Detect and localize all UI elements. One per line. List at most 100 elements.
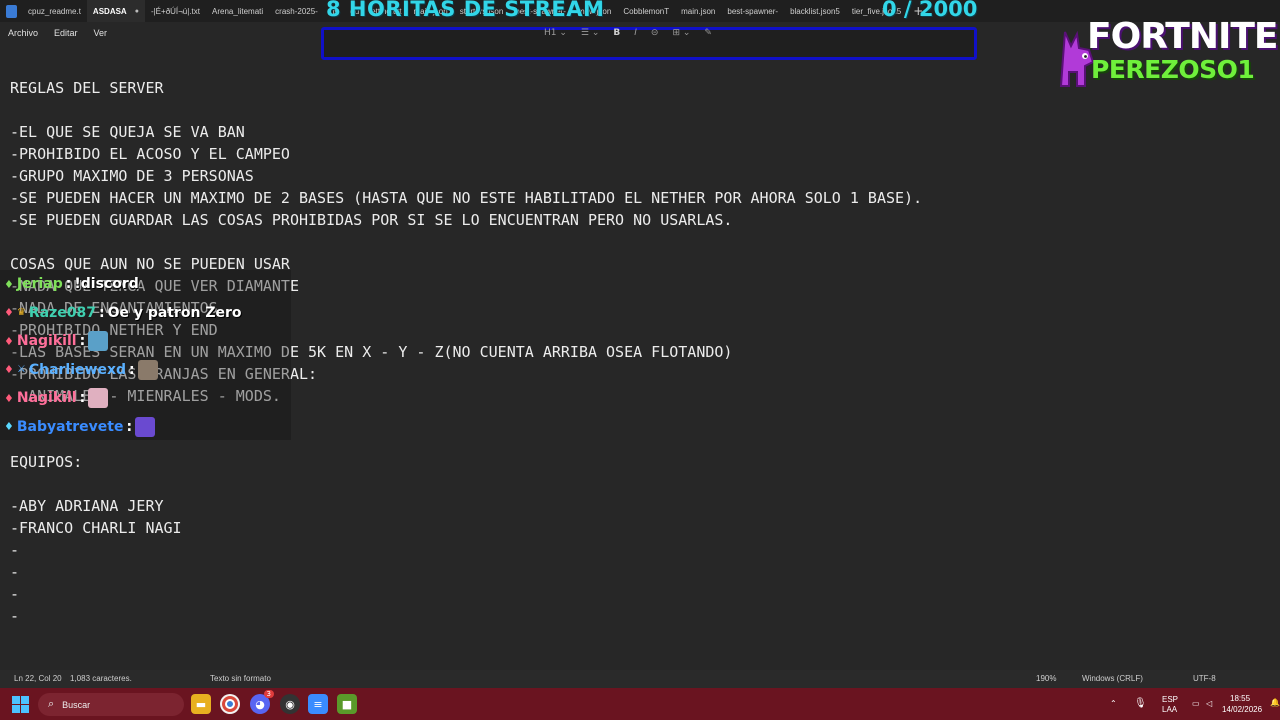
editor-line: -GRUPO MAXIMO DE 3 PERSONAS [10,167,254,185]
chat-badge-icon: ♦ [4,363,14,376]
editor-line: EQUIPOS: [10,453,83,471]
chat-separator: : [129,361,135,378]
editor-line: -ABY ADRIANA JERY [10,497,164,515]
search-placeholder: Buscar [62,699,91,710]
menu-archivo[interactable]: Archivo [0,28,46,38]
notepad-app-icon [0,0,22,22]
tab-label: main.json [681,6,716,16]
line-ending[interactable]: Windows (CRLF) [1082,674,1143,683]
chat-badge-icon: ♦ [4,334,14,348]
chat-username[interactable]: Raze087 [29,305,96,321]
stream-title-overlay: 8 HORITAS DE STREAM [326,0,605,21]
clear-format-button[interactable]: ✎ [704,28,712,38]
editor-line: - [10,585,20,603]
editor-line: - [10,563,20,581]
tab-label: crash-2025- [275,6,318,16]
menu-editar[interactable]: Editar [46,28,86,38]
link-button[interactable]: ⊝ [651,28,659,38]
zoom-level[interactable]: 190% [1036,674,1056,683]
editor-line: -SE PUEDEN HACER UN MAXIMO DE 2 BASES (H… [10,189,923,207]
language-bottom[interactable]: LAA [1162,705,1177,714]
tab-label: Arena_litemati [212,6,264,16]
text-format[interactable]: Texto sin formato [210,674,271,683]
system-tray: ⌃ 🎙 ESP LAA ▭ ◁ 18:55 14/02/2026 🔔 [1110,688,1280,720]
chat-username[interactable]: Babyatrevete [17,419,124,435]
tab-14[interactable]: best-spawner- [721,0,784,22]
tab-label: cpuz_readme.t [28,6,81,16]
discord-notification-badge: 3 [263,690,274,698]
chat-emote-icon [88,331,109,351]
heading-button[interactable]: H1 ⌄ [544,28,567,38]
chat-username[interactable]: Nagikill [17,390,77,406]
tab-15[interactable]: blacklist.json5 [784,0,846,22]
taskbar-search[interactable]: ⌕ Buscar [38,693,184,716]
tab-label: best-spawner- [727,6,779,16]
bold-button[interactable]: B [613,28,620,38]
chat-message: ♦ Jeriap: !discord [4,274,139,294]
obs-icon[interactable]: ◉ [280,694,300,714]
chat-username[interactable]: Jeriap [17,276,63,292]
tab-4[interactable]: crash-2025- [269,0,324,22]
network-icon[interactable]: ▭ [1192,699,1200,708]
chat-emote-icon [137,359,158,380]
notification-bell-icon[interactable]: 🔔 [1270,698,1280,707]
tab-2[interactable]: -|É+ðÚÍ¬ú|.txt [145,0,206,22]
tab-0[interactable]: cpuz_readme.t [22,0,87,22]
windows-taskbar: ⌕ Buscar ▬ ◕ 3 ◉ ≡ ■ ⌃ 🎙 ESP LAA ▭ ◁ 18:… [0,688,1280,720]
stream-chat-overlay: ♦ Jeriap: !discord ♦ ♛ Raze087: Oe y patron Ze… [0,270,291,440]
discord-icon[interactable]: ◕ 3 [250,690,274,714]
chat-emote-icon [88,388,109,408]
file-explorer-icon[interactable]: ▬ [191,694,211,714]
editor-line: -EL QUE SE QUEJA SE VA BAN [10,123,245,141]
chrome-icon[interactable] [220,694,240,714]
notepad-icon[interactable]: ≡ [308,694,328,714]
chat-badge-icon: ♦ [4,277,14,291]
menu-ver[interactable]: Ver [86,28,116,38]
chat-separator: : [79,390,86,406]
table-button[interactable]: ⊞ ⌄ [672,28,690,38]
tab-label: ASDASA [92,6,127,16]
windows-start-icon[interactable] [12,696,29,713]
menu-bar: Archivo Editar Ver [0,22,115,44]
chat-separator: : [98,304,105,321]
chat-username[interactable]: Nagikill [17,333,77,349]
language-top[interactable]: ESP [1162,695,1178,704]
chat-badge-secondary-icon: ♛ [16,307,26,318]
chat-badge-icon: ♦ [4,420,14,433]
chat-emote-icon [135,416,156,437]
editor-line: REGLAS DEL SERVER [10,79,164,97]
chat-separator: : [65,276,72,292]
chat-message: ♦ ⚔ Charliewexd: [4,359,158,380]
chat-text: Oe y patron Zero [107,304,242,321]
encoding[interactable]: UTF-8 [1193,674,1216,683]
tab-13[interactable]: main.json [675,0,721,22]
chat-message: ♦ Nagikill: [4,331,109,351]
tab-12[interactable]: CobblemonT [617,0,675,22]
character-count: 1,083 caracteres. [70,674,132,683]
microphone-icon[interactable]: 🎙 [1134,698,1147,709]
volume-icon[interactable]: ◁ [1206,699,1212,708]
tray-chevron-icon[interactable]: ⌃ [1110,699,1117,708]
clock-time[interactable]: 18:55 [1230,694,1250,703]
list-button[interactable]: ☰ ⌄ [581,28,599,38]
logo-title: FORTNITE [1087,16,1279,57]
minecraft-icon[interactable]: ■ [337,694,357,714]
editor-line: -PROHIBIDO EL ACOSO Y EL CAMPEO [10,145,290,163]
clock-date[interactable]: 14/02/2026 [1222,705,1262,714]
tab-3[interactable]: Arena_litemati [206,0,269,22]
chat-separator: : [126,418,133,435]
italic-button[interactable]: I [634,28,637,38]
chat-text: !discord [74,276,139,292]
chat-message: ♦ Babyatrevete: [4,416,156,437]
cursor-position: Ln 22, Col 20 [14,674,62,683]
tab-1[interactable]: ASDASA ● [86,0,145,22]
chat-username[interactable]: Charliewexd [29,362,126,378]
status-bar: Ln 22, Col 20 1,083 caracteres. Texto si… [0,670,1280,688]
tab-label: blacklist.json5 [790,6,840,16]
tab-label: -|É+ðÚÍ¬ú|.txt [150,6,201,16]
chat-separator: : [79,333,86,349]
unsaved-dot-icon[interactable]: ● [135,8,139,15]
